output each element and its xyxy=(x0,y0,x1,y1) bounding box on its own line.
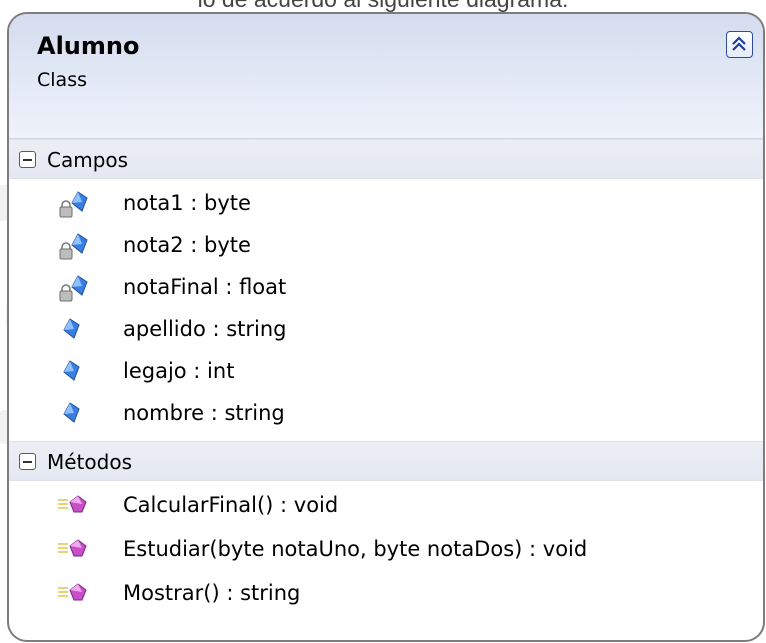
public-field-icon xyxy=(56,400,90,428)
private-field-icon xyxy=(56,274,90,302)
public-method-icon xyxy=(56,580,90,608)
field-row[interactable]: notaFinal : float xyxy=(9,267,763,309)
method-row[interactable]: Mostrar() : string xyxy=(9,573,763,617)
field-row[interactable]: nota2 : byte xyxy=(9,225,763,267)
collapse-minus-icon[interactable] xyxy=(19,151,36,168)
field-row[interactable]: apellido : string xyxy=(9,309,763,351)
public-field-icon xyxy=(56,358,90,386)
methods-list: CalcularFinal() : void Estudiar(byte not… xyxy=(9,481,763,623)
public-field-icon xyxy=(56,316,90,344)
private-field-icon xyxy=(56,190,90,218)
class-name: Alumno xyxy=(37,32,140,60)
method-row[interactable]: CalcularFinal() : void xyxy=(9,485,763,529)
class-kind: Class xyxy=(37,69,87,91)
method-text: CalcularFinal() : void xyxy=(123,493,339,517)
class-header: Alumno Class xyxy=(9,14,763,139)
field-text: nota1 : byte xyxy=(123,191,251,215)
field-text: legajo : int xyxy=(123,359,235,383)
field-text: apellido : string xyxy=(123,317,287,341)
fields-list: nota1 : byte nota2 : byte notaFinal: fl… xyxy=(9,179,763,441)
public-method-icon xyxy=(56,536,90,564)
collapse-class-button[interactable] xyxy=(726,31,753,58)
public-method-icon xyxy=(56,492,90,520)
field-row[interactable]: nota1 : byte xyxy=(9,183,763,225)
private-field-icon xyxy=(56,232,90,260)
collapse-minus-icon[interactable] xyxy=(19,453,36,470)
field-row[interactable]: nombre : string xyxy=(9,393,763,435)
method-text: Estudiar(byte notaUno, byte notaDos) : v… xyxy=(123,537,588,561)
field-text: nota2 : byte xyxy=(123,233,251,257)
document-caption: lo de acuerdo al siguiente diagrama: xyxy=(0,0,766,12)
method-text: Mostrar() : string xyxy=(123,581,301,605)
method-row[interactable]: Estudiar(byte notaUno, byte notaDos) : v… xyxy=(9,529,763,573)
methods-section-header[interactable]: Métodos xyxy=(9,441,763,481)
field-row[interactable]: legajo : int xyxy=(9,351,763,393)
fields-section-header[interactable]: Campos xyxy=(9,139,763,179)
uml-class-box: Alumno Class Campos nota1 : byte nota2:… xyxy=(7,12,765,642)
field-text: notaFinal : float xyxy=(123,275,287,299)
fields-section-title: Campos xyxy=(47,148,129,172)
methods-section-title: Métodos xyxy=(47,450,132,474)
double-chevron-up-icon xyxy=(732,36,746,51)
field-text: nombre : string xyxy=(123,401,285,425)
